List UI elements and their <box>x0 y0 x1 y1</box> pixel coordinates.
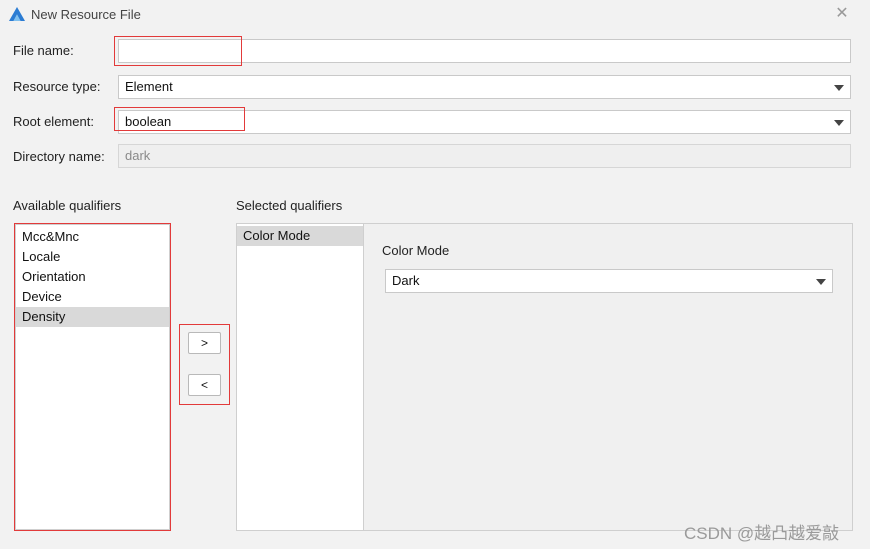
resource-type-value: Element <box>125 79 173 94</box>
list-item[interactable]: Locale <box>16 247 169 267</box>
resource-type-select[interactable]: Element <box>118 75 851 99</box>
root-element-label: Root element: <box>13 114 94 129</box>
file-name-label: File name: <box>13 43 74 58</box>
title-bar: New Resource File ✕ <box>0 0 870 30</box>
resource-type-label: Resource type: <box>13 79 101 94</box>
root-element-select[interactable]: boolean <box>118 110 851 134</box>
add-qualifier-button[interactable]: > <box>188 332 221 354</box>
color-mode-value: Dark <box>392 273 420 288</box>
directory-name-field: dark <box>118 144 851 168</box>
close-icon[interactable]: ✕ <box>833 5 851 23</box>
selected-qualifiers-list[interactable]: Color Mode <box>237 224 364 530</box>
list-item[interactable]: Mcc&Mnc <box>16 227 169 247</box>
available-qualifiers-list[interactable]: Mcc&Mnc Locale Orientation Device Densit… <box>15 224 170 530</box>
chevron-down-icon <box>834 120 844 126</box>
watermark: CSDN @越凸越爱敲 <box>684 524 840 543</box>
color-mode-label: Color Mode <box>382 243 450 258</box>
file-name-input[interactable] <box>118 39 851 63</box>
root-element-value: boolean <box>125 114 172 129</box>
color-mode-select[interactable]: Dark <box>385 269 833 293</box>
selected-qualifiers-area: Color Mode Color Mode Dark <box>236 223 853 531</box>
chevron-down-icon <box>834 85 844 91</box>
window-title: New Resource File <box>31 7 141 22</box>
list-item-selected[interactable]: Density <box>16 307 169 327</box>
list-item[interactable]: Device <box>16 287 169 307</box>
selected-qualifiers-title: Selected qualifiers <box>236 198 343 213</box>
deveco-triangle-icon <box>9 7 25 21</box>
remove-qualifier-button[interactable]: < <box>188 374 221 396</box>
list-item[interactable]: Orientation <box>16 267 169 287</box>
available-qualifiers-title: Available qualifiers <box>13 198 122 213</box>
directory-name-label: Directory name: <box>13 149 105 164</box>
chevron-down-icon <box>816 279 826 285</box>
list-item-selected[interactable]: Color Mode <box>237 226 363 246</box>
